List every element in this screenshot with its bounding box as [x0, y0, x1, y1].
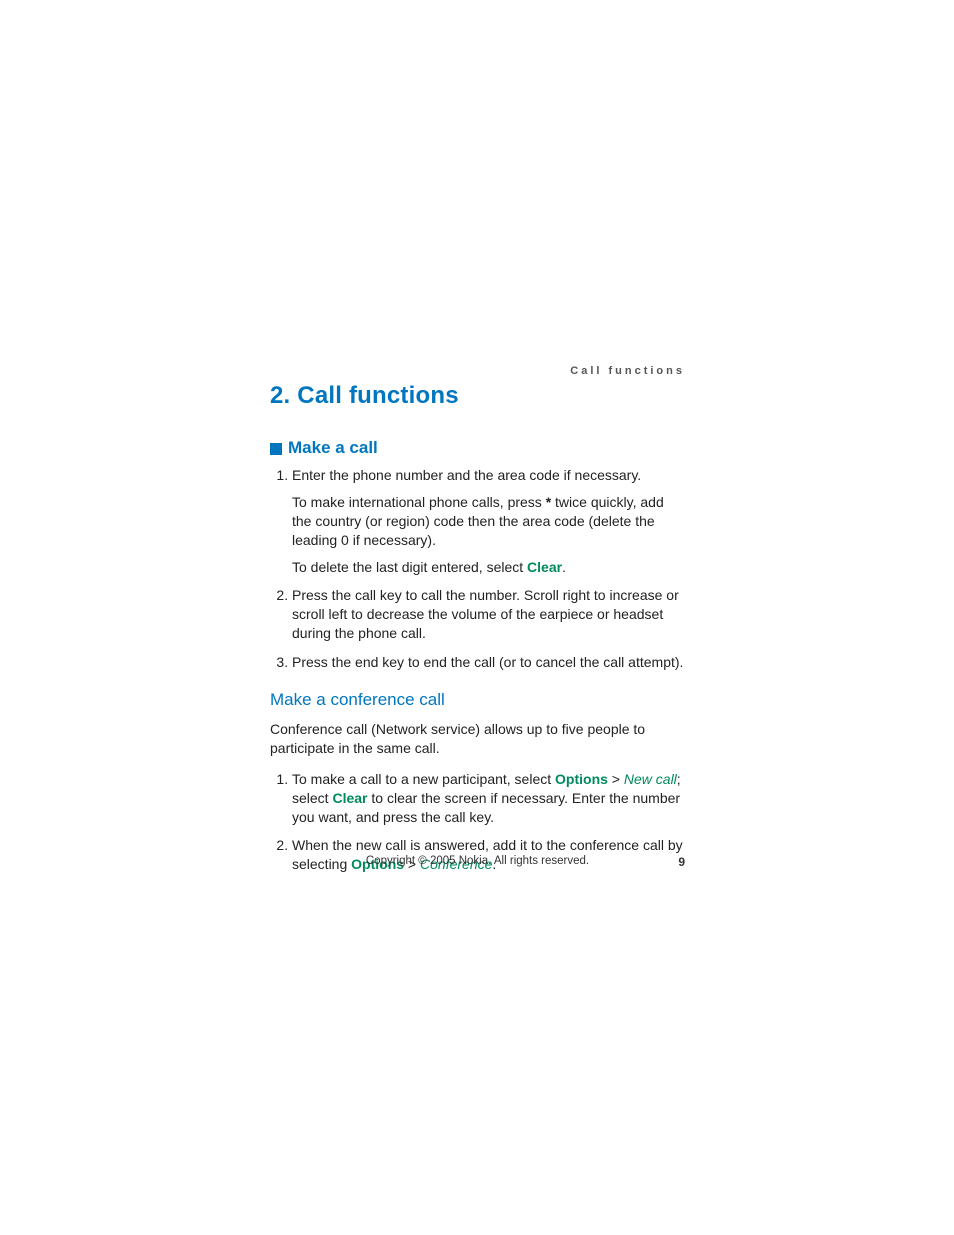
step-text: Press the call key to call the number. S…: [292, 586, 685, 643]
text-run: To delete the last digit entered, select: [292, 559, 527, 575]
list-item: To make a call to a new participant, sel…: [292, 770, 685, 827]
list-item: Press the end key to end the call (or to…: [292, 653, 685, 672]
conference-intro: Conference call (Network service) allows…: [270, 720, 685, 758]
text-run: To make international phone calls, press: [292, 494, 546, 510]
step-text: Press the end key to end the call (or to…: [292, 653, 685, 672]
ui-keyword-clear: Clear: [527, 559, 562, 575]
ui-keyword-clear: Clear: [332, 790, 367, 806]
make-a-call-steps: Enter the phone number and the area code…: [270, 466, 685, 672]
list-item: Press the call key to call the number. S…: [292, 586, 685, 643]
step-text: To make international phone calls, press…: [292, 493, 685, 550]
step-text: To make a call to a new participant, sel…: [292, 770, 685, 827]
menu-separator: >: [608, 771, 624, 787]
copyright-text: Copyright © 2005 Nokia. All rights reser…: [270, 855, 685, 867]
subsection-make-a-call-title: Make a call: [288, 438, 378, 458]
page-number: 9: [678, 855, 685, 869]
step-text: To delete the last digit entered, select…: [292, 558, 685, 577]
ui-menu-new-call: New call: [624, 771, 677, 787]
ui-keyword-options: Options: [555, 771, 608, 787]
text-run: .: [562, 559, 566, 575]
subsection-make-a-call-heading: Make a call: [270, 438, 685, 458]
step-text: Enter the phone number and the area code…: [292, 466, 685, 485]
page-content: 2. Call functions Make a call Enter the …: [270, 382, 685, 884]
list-item: Enter the phone number and the area code…: [292, 466, 685, 576]
section-title: 2. Call functions: [270, 382, 685, 410]
bullet-square-icon: [270, 443, 282, 455]
text-run: To make a call to a new participant, sel…: [292, 771, 555, 787]
running-header: Call functions: [270, 365, 685, 377]
document-page: Call functions 2. Call functions Make a …: [0, 0, 954, 1235]
subsection-conference-heading: Make a conference call: [270, 690, 685, 710]
